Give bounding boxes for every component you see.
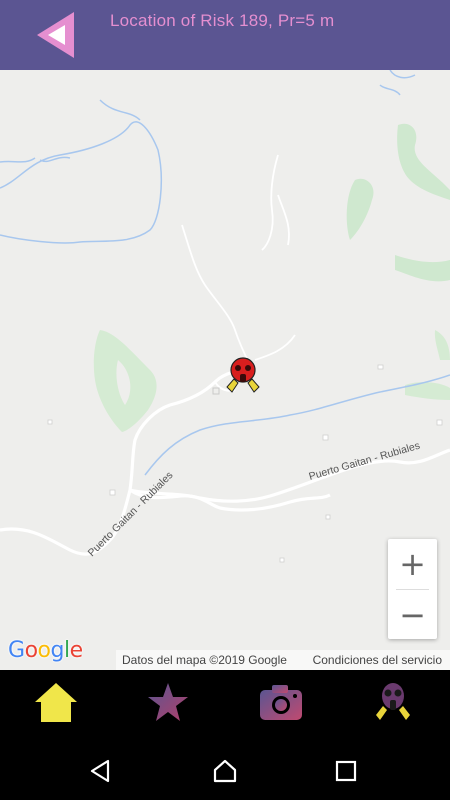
back-triangle-icon xyxy=(37,12,74,58)
google-logo: Google xyxy=(8,638,83,663)
zoom-controls: + − xyxy=(388,539,437,639)
system-recents-button[interactable] xyxy=(333,758,359,784)
page-title: Location of Risk 189, Pr=5 m xyxy=(110,11,335,30)
back-button[interactable] xyxy=(34,10,76,60)
nav-camera-button[interactable] xyxy=(256,680,306,730)
home-icon xyxy=(35,683,77,722)
google-logo-letter: G xyxy=(8,638,25,663)
google-logo-letter: g xyxy=(50,638,65,663)
google-logo-letter: o xyxy=(24,638,38,663)
nav-home-button[interactable] xyxy=(33,680,83,730)
system-home-button[interactable] xyxy=(212,758,238,784)
risk-location-marker[interactable] xyxy=(224,357,264,397)
star-icon xyxy=(148,683,188,721)
zoom-in-button[interactable]: + xyxy=(388,539,437,588)
map-attribution-bar: Datos del mapa ©2019 Google Condiciones … xyxy=(116,650,450,670)
terms-link[interactable]: Condiciones del servicio xyxy=(313,653,442,667)
app-bar: Location of Risk 189, Pr=5 m xyxy=(0,0,450,70)
google-logo-letter: e xyxy=(69,638,84,663)
gas-mask-marker-icon xyxy=(226,357,260,393)
home-nav-icon xyxy=(213,759,237,783)
nav-risk-button[interactable] xyxy=(370,680,420,730)
system-back-button[interactable] xyxy=(88,758,114,784)
back-nav-icon xyxy=(90,759,110,783)
zoom-out-button[interactable]: − xyxy=(388,590,437,639)
recents-nav-icon xyxy=(335,760,357,782)
gas-mask-icon xyxy=(376,683,410,720)
bottom-nav xyxy=(0,670,450,740)
camera-icon xyxy=(260,685,302,720)
nav-favorites-button[interactable] xyxy=(145,680,195,730)
google-logo-letter: o xyxy=(37,638,51,663)
system-nav-bar xyxy=(0,740,450,800)
map-view[interactable]: Puerto Gaitan - Rubiales Puerto Gaitan -… xyxy=(0,70,450,670)
map-attribution: Datos del mapa ©2019 Google xyxy=(122,653,287,667)
